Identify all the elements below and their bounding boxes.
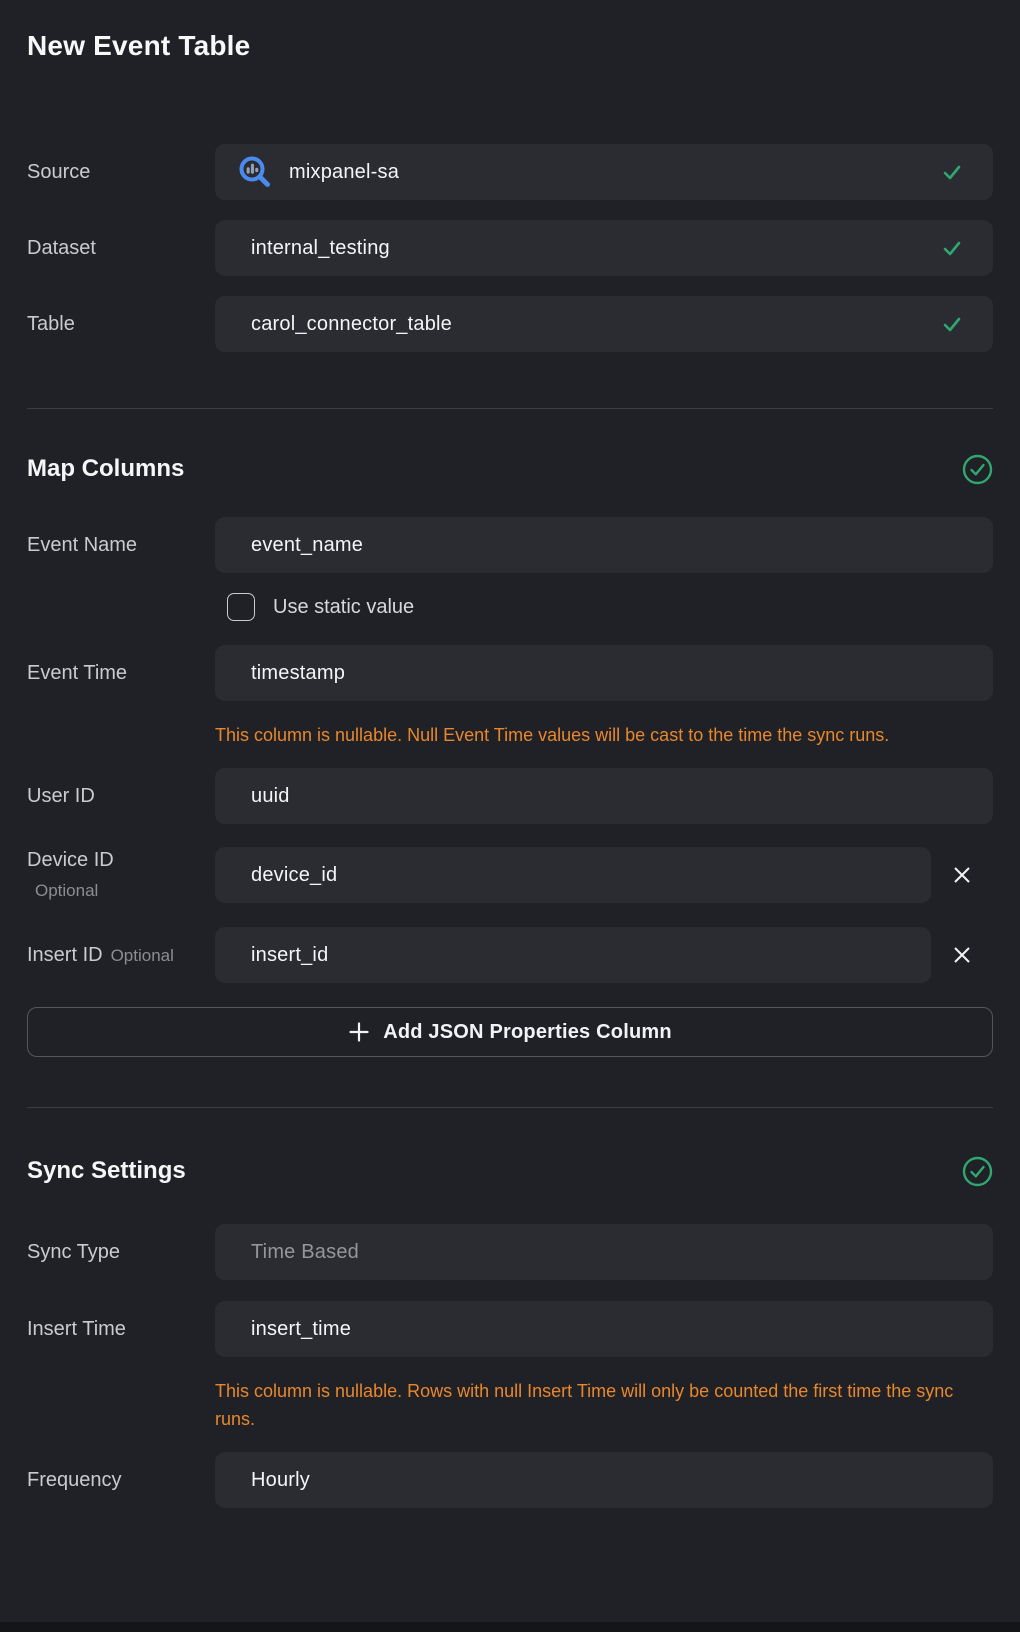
insert-time-field[interactable]: insert_time [215,1301,993,1357]
map-columns-header: Map Columns [27,453,993,485]
insert-id-value: insert_id [251,944,901,967]
device-id-row: Device ID Optional device_id [27,847,993,903]
event-name-row: Event Name event_name [27,517,993,573]
frequency-label: Frequency [27,1469,215,1492]
event-time-warning: This column is nullable. Null Event Time… [27,721,993,749]
section-divider [27,1107,993,1108]
event-time-label: Event Time [27,662,215,685]
insert-time-row: Insert Time insert_time [27,1301,993,1357]
use-static-value-row: Use static value [27,593,993,621]
close-icon [951,944,973,966]
device-id-field[interactable]: device_id [215,847,931,903]
device-id-optional-tag: Optional [27,881,215,901]
plus-icon [348,1021,370,1043]
add-json-properties-label: Add JSON Properties Column [383,1021,672,1044]
sync-type-value: Time Based [251,1241,963,1264]
event-time-row: Event Time timestamp [27,645,993,701]
table-field[interactable]: carol_connector_table [215,296,993,352]
device-id-label-text: Device ID [27,849,215,872]
source-field[interactable]: mixpanel-sa [215,144,993,200]
dataset-field[interactable]: internal_testing [215,220,993,276]
device-id-value: device_id [251,864,901,887]
insert-time-label: Insert Time [27,1318,215,1341]
source-value: mixpanel-sa [289,161,929,184]
frequency-row: Frequency Hourly [27,1452,993,1508]
event-time-field[interactable]: timestamp [215,645,993,701]
device-id-label: Device ID Optional [27,849,215,901]
insert-id-label-text: Insert ID [27,944,103,966]
sync-type-row: Sync Type Time Based [27,1224,993,1280]
insert-id-row: Insert ID Optional insert_id [27,927,993,983]
insert-time-warning: This column is nullable. Rows with null … [27,1377,993,1433]
insert-id-optional-tag: Optional [111,946,174,965]
event-name-field[interactable]: event_name [215,517,993,573]
section-divider [27,408,993,409]
dataset-label: Dataset [27,237,215,260]
valid-check-icon [941,237,963,259]
sync-type-field: Time Based [215,1224,993,1280]
source-row: Source mixpanel-sa [27,144,993,200]
valid-check-icon [941,161,963,183]
add-json-properties-button[interactable]: Add JSON Properties Column [27,1007,993,1057]
table-row: Table carol_connector_table [27,296,993,352]
table-value: carol_connector_table [251,313,929,336]
user-id-label: User ID [27,785,215,808]
map-columns-title: Map Columns [27,455,184,483]
section-complete-icon [962,1156,993,1187]
insert-time-value: insert_time [251,1318,963,1341]
valid-check-icon [941,313,963,335]
sync-settings-title: Sync Settings [27,1157,186,1185]
bottom-edge-strip [0,1622,1020,1632]
event-name-value: event_name [251,534,963,557]
new-event-table-panel: New Event Table Source mixpanel-sa Datas [0,0,1020,1632]
insert-time-warning-text: This column is nullable. Rows with null … [215,1377,967,1433]
user-id-row: User ID uuid [27,768,993,824]
use-static-value-label: Use static value [273,596,414,619]
insert-id-remove-button[interactable] [949,942,975,968]
mixpanel-magnifier-icon [237,154,273,190]
dataset-row: Dataset internal_testing [27,220,993,276]
page-title: New Event Table [27,0,993,62]
insert-id-label: Insert ID Optional [27,944,215,967]
frequency-value: Hourly [251,1469,963,1492]
user-id-value: uuid [251,785,963,808]
dataset-value: internal_testing [251,237,929,260]
source-section: Source mixpanel-sa Dataset internal_test… [27,144,993,352]
event-time-warning-text: This column is nullable. Null Event Time… [215,721,967,749]
event-name-label: Event Name [27,534,215,557]
close-icon [951,864,973,886]
use-static-value-checkbox[interactable] [227,593,255,621]
sync-type-label: Sync Type [27,1241,215,1264]
device-id-remove-col [931,862,993,888]
source-label: Source [27,161,215,184]
insert-id-remove-col [931,942,993,968]
device-id-remove-button[interactable] [949,862,975,888]
event-time-value: timestamp [251,662,963,685]
sync-settings-header: Sync Settings [27,1155,993,1187]
table-label: Table [27,313,215,336]
insert-id-field[interactable]: insert_id [215,927,931,983]
section-complete-icon [962,454,993,485]
frequency-field[interactable]: Hourly [215,1452,993,1508]
user-id-field[interactable]: uuid [215,768,993,824]
